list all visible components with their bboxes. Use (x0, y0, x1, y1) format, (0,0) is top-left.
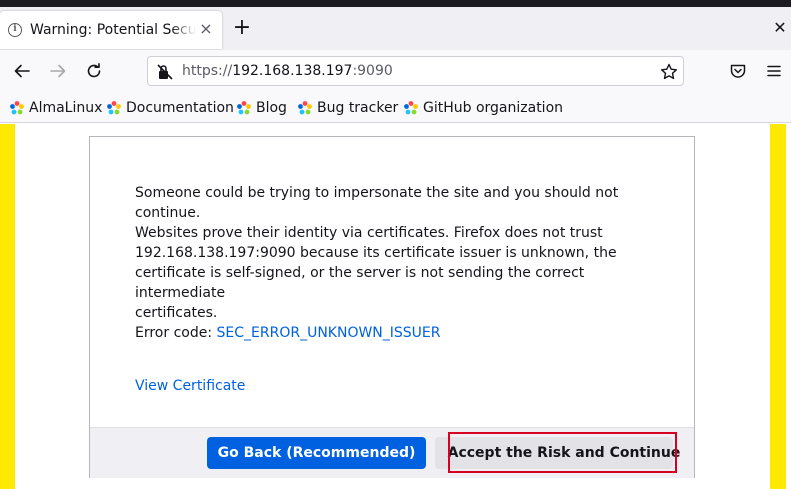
almalinux-icon (404, 101, 418, 115)
warning-stripe-right (770, 124, 786, 489)
page-content: Someone could be trying to impersonate t… (0, 124, 791, 489)
forward-arrow-icon (50, 64, 66, 78)
explanation-line: 192.168.138.197:9090 because its certifi… (135, 245, 617, 261)
star-icon[interactable] (659, 62, 679, 82)
back-arrow-icon (14, 64, 30, 78)
bookmark-blog[interactable]: Blog (236, 98, 287, 118)
bookmark-label: AlmaLinux (29, 100, 103, 116)
tab-strip: i Warning: Potential Security Risk Ahead… (0, 7, 791, 50)
navigation-bar: https://192.168.138.197:9090 (0, 50, 791, 92)
pocket-icon (730, 64, 746, 78)
bookmark-label: GitHub organization (423, 100, 564, 116)
warning-lock-icon[interactable] (156, 63, 174, 81)
url-port: :9090 (352, 63, 393, 79)
new-tab-button[interactable]: + (232, 17, 252, 39)
window-close-button[interactable]: ✕ (770, 18, 790, 38)
menu-button[interactable] (763, 60, 785, 82)
window-top-strip (0, 0, 791, 7)
bookmark-label: Bug tracker (317, 100, 399, 116)
explanation-line: certificate is self-signed, or the serve… (135, 265, 585, 301)
error-code-link[interactable]: SEC_ERROR_UNKNOWN_ISSUER (217, 325, 441, 341)
bookmark-label: Documentation (126, 100, 234, 116)
bookmark-bug-tracker[interactable]: Bug tracker (297, 98, 398, 118)
panel-button-bar: Go Back (Recommended) Accept the Risk an… (90, 427, 694, 478)
impersonation-warning-text: Someone could be trying to impersonate t… (135, 185, 619, 221)
warning-stripe-left (0, 124, 15, 489)
reload-icon (87, 63, 101, 78)
url-host: 192.168.138.197 (232, 63, 353, 79)
go-back-button[interactable]: Go Back (Recommended) (207, 437, 426, 469)
explanation-line: Websites prove their identity via certif… (135, 225, 603, 241)
certificate-explanation: Websites prove their identity via certif… (135, 223, 665, 323)
hamburger-menu-icon (767, 65, 781, 77)
info-icon: i (8, 23, 22, 37)
almalinux-icon (237, 101, 251, 115)
advanced-panel: Someone could be trying to impersonate t… (89, 136, 695, 478)
url-text[interactable]: https://192.168.138.197:9090 (182, 63, 393, 79)
error-code-line: Error code: SEC_ERROR_UNKNOWN_ISSUER (135, 323, 665, 343)
bookmark-almalinux[interactable]: AlmaLinux (9, 98, 102, 118)
almalinux-icon (107, 101, 121, 115)
tab-title: Warning: Potential Security Risk Ahead (30, 22, 196, 38)
view-certificate-link[interactable]: View Certificate (135, 378, 245, 394)
almalinux-icon (298, 101, 312, 115)
reload-button[interactable] (83, 60, 105, 82)
bookmark-github-organization[interactable]: GitHub organization (403, 98, 563, 118)
forward-button[interactable] (47, 60, 69, 82)
url-bar[interactable]: https://192.168.138.197:9090 (147, 56, 684, 86)
error-code-label: Error code: (135, 325, 217, 341)
pocket-button[interactable] (727, 60, 749, 82)
url-protocol: https:// (182, 63, 233, 79)
almalinux-icon (10, 101, 24, 115)
bookmark-label: Blog (256, 100, 287, 116)
bookmarks-toolbar: AlmaLinux Documentation Blog Bug tracker (0, 92, 791, 123)
focus-outline (448, 432, 677, 473)
close-tab-icon[interactable]: × (198, 20, 214, 38)
bookmark-documentation[interactable]: Documentation (106, 98, 234, 118)
explanation-line: certificates. (135, 305, 218, 321)
tab-warning[interactable]: i Warning: Potential Security Risk Ahead… (0, 11, 222, 49)
back-button[interactable] (11, 60, 33, 82)
